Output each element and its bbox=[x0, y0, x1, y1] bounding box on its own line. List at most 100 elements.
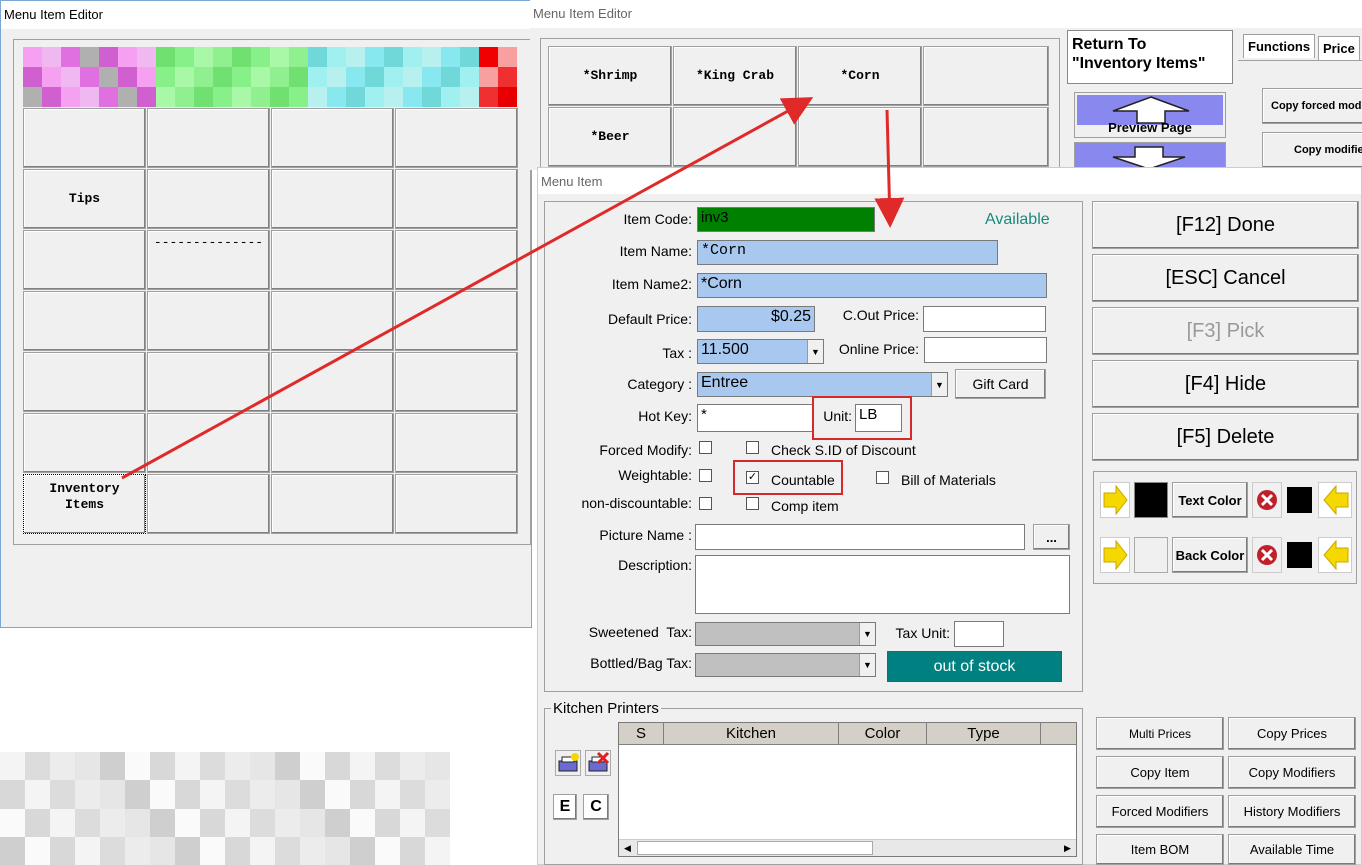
grid-empty-button[interactable] bbox=[271, 169, 394, 229]
forced-modifiers-button[interactable]: Forced Modifiers bbox=[1096, 795, 1224, 828]
grid-empty-button[interactable] bbox=[147, 291, 270, 351]
grid-empty-button[interactable] bbox=[147, 474, 270, 534]
copy-prices-button[interactable]: Copy Prices bbox=[1228, 717, 1356, 750]
copy-modifiers-top-button[interactable]: Copy modifie bbox=[1262, 132, 1362, 168]
scroll-thumb[interactable] bbox=[637, 841, 873, 855]
grid-empty-button[interactable] bbox=[271, 230, 394, 290]
default-price-field[interactable]: $0.25 bbox=[697, 306, 815, 332]
grid-empty-button[interactable] bbox=[395, 108, 518, 168]
grid-empty-button[interactable] bbox=[395, 474, 518, 534]
cout-price-field[interactable] bbox=[923, 306, 1046, 332]
description-field[interactable] bbox=[695, 555, 1070, 614]
gift-card-button[interactable]: Gift Card bbox=[955, 369, 1046, 399]
item-button-empty[interactable] bbox=[923, 46, 1049, 106]
item-button-shrimp[interactable]: *Shrimp bbox=[548, 46, 672, 106]
item-button-empty[interactable] bbox=[673, 107, 797, 167]
grid-empty-button[interactable] bbox=[23, 413, 146, 473]
grid-empty-button[interactable] bbox=[395, 352, 518, 412]
non-discountable-checkbox[interactable] bbox=[699, 497, 712, 510]
check-sid-checkbox[interactable] bbox=[746, 441, 759, 454]
history-modifiers-button[interactable]: History Modifiers bbox=[1228, 795, 1356, 828]
grid-empty-button[interactable] bbox=[23, 291, 146, 351]
item-bom-button[interactable]: Item BOM bbox=[1096, 834, 1224, 865]
chevron-down-icon[interactable]: ▼ bbox=[859, 654, 875, 676]
hot-key-field[interactable]: * bbox=[697, 404, 813, 432]
grid-empty-button[interactable] bbox=[23, 230, 146, 290]
tax-unit-field[interactable] bbox=[954, 621, 1004, 647]
item-button-king-crab[interactable]: *King Crab bbox=[673, 46, 797, 106]
remove-printer-icon[interactable] bbox=[585, 750, 611, 776]
chevron-down-icon[interactable]: ▼ bbox=[931, 373, 947, 396]
browse-picture-button[interactable]: ... bbox=[1033, 524, 1070, 550]
clear-back-color-icon[interactable] bbox=[1252, 537, 1282, 573]
left-arrow-icon[interactable] bbox=[1318, 482, 1352, 518]
available-time-button[interactable]: Available Time bbox=[1228, 834, 1356, 865]
item-name-field[interactable]: *Corn bbox=[697, 240, 998, 265]
column-header-type[interactable]: Type bbox=[927, 723, 1041, 745]
grid-empty-button[interactable] bbox=[147, 108, 270, 168]
done-button[interactable]: [F12] Done bbox=[1092, 201, 1359, 249]
delete-button[interactable]: [F5] Delete bbox=[1092, 413, 1359, 461]
text-color-swatch[interactable] bbox=[1134, 482, 1168, 518]
grid-empty-button[interactable] bbox=[147, 352, 270, 412]
item-name2-field[interactable]: *Corn bbox=[697, 273, 1047, 298]
column-header-kitchen[interactable]: Kitchen bbox=[664, 723, 839, 745]
grid-empty-button[interactable] bbox=[271, 108, 394, 168]
chevron-down-icon[interactable]: ▼ bbox=[807, 340, 823, 363]
comp-item-checkbox[interactable] bbox=[746, 497, 759, 510]
out-of-stock-button[interactable]: out of stock bbox=[887, 651, 1062, 682]
grid-empty-button[interactable] bbox=[395, 291, 518, 351]
down-arrow-button[interactable] bbox=[1074, 142, 1226, 170]
grid-item-button[interactable]: Tips bbox=[23, 169, 146, 229]
preview-page-button[interactable]: Preview Page bbox=[1074, 92, 1226, 138]
online-price-field[interactable] bbox=[924, 337, 1047, 363]
item-button-corn[interactable]: *Corn bbox=[798, 46, 922, 106]
grid-empty-button[interactable] bbox=[23, 352, 146, 412]
grid-item-button[interactable]: Inventory Items bbox=[23, 474, 146, 534]
weightable-checkbox[interactable] bbox=[699, 469, 712, 482]
picture-name-field[interactable] bbox=[695, 524, 1025, 550]
column-header-s[interactable]: S bbox=[619, 723, 664, 745]
grid-empty-button[interactable] bbox=[271, 352, 394, 412]
tax-select[interactable]: 11.500 ▼ bbox=[697, 339, 824, 364]
grid-empty-button[interactable] bbox=[147, 413, 270, 473]
item-button-beer[interactable]: *Beer bbox=[548, 107, 672, 167]
right-arrow-icon[interactable] bbox=[1100, 482, 1130, 518]
grid-item-button[interactable]: -------------- bbox=[147, 230, 270, 290]
pick-button[interactable]: [F3] Pick bbox=[1092, 307, 1359, 355]
text-color-button[interactable]: Text Color bbox=[1172, 482, 1248, 518]
cancel-button[interactable]: [ESC] Cancel bbox=[1092, 254, 1359, 302]
tab-functions[interactable]: Functions bbox=[1243, 34, 1316, 58]
kitchen-printers-table[interactable]: S Kitchen Color Type ◀ ▶ bbox=[618, 722, 1077, 857]
grid-empty-button[interactable] bbox=[395, 169, 518, 229]
right-arrow-icon[interactable] bbox=[1100, 537, 1130, 573]
grid-empty-button[interactable] bbox=[23, 108, 146, 168]
column-header-color[interactable]: Color bbox=[839, 723, 927, 745]
bill-of-materials-checkbox[interactable] bbox=[876, 471, 889, 484]
category-select[interactable]: Entree ▼ bbox=[697, 372, 948, 397]
bottled-bag-tax-select[interactable]: ▼ bbox=[695, 653, 876, 677]
copy-modifiers-button[interactable]: Copy Modifiers bbox=[1228, 756, 1356, 789]
copy-forced-modifiers-button[interactable]: Copy forced mod bbox=[1262, 88, 1362, 124]
hide-button[interactable]: [F4] Hide bbox=[1092, 360, 1359, 408]
item-button-empty[interactable] bbox=[923, 107, 1049, 167]
chevron-down-icon[interactable]: ▼ bbox=[859, 623, 875, 645]
c-button[interactable]: C bbox=[583, 794, 609, 820]
item-button-empty[interactable] bbox=[798, 107, 922, 167]
item-code-field[interactable]: inv3 bbox=[697, 207, 875, 232]
grid-empty-button[interactable] bbox=[395, 230, 518, 290]
left-arrow-icon[interactable] bbox=[1318, 537, 1352, 573]
clear-text-color-icon[interactable] bbox=[1252, 482, 1282, 518]
horizontal-scrollbar[interactable]: ◀ ▶ bbox=[619, 839, 1076, 856]
grid-empty-button[interactable] bbox=[271, 413, 394, 473]
add-printer-icon[interactable] bbox=[555, 750, 581, 776]
grid-empty-button[interactable] bbox=[395, 413, 518, 473]
back-color-button[interactable]: Back Color bbox=[1172, 537, 1248, 573]
forced-modify-checkbox[interactable] bbox=[699, 441, 712, 454]
e-button[interactable]: E bbox=[553, 794, 577, 820]
sweetened-tax-select[interactable]: ▼ bbox=[695, 622, 876, 646]
back-color-swatch[interactable] bbox=[1134, 537, 1168, 573]
multi-prices-button[interactable]: Multi Prices bbox=[1096, 717, 1224, 750]
tab-price[interactable]: Price bbox=[1318, 36, 1360, 60]
scroll-left-icon[interactable]: ◀ bbox=[619, 840, 636, 856]
